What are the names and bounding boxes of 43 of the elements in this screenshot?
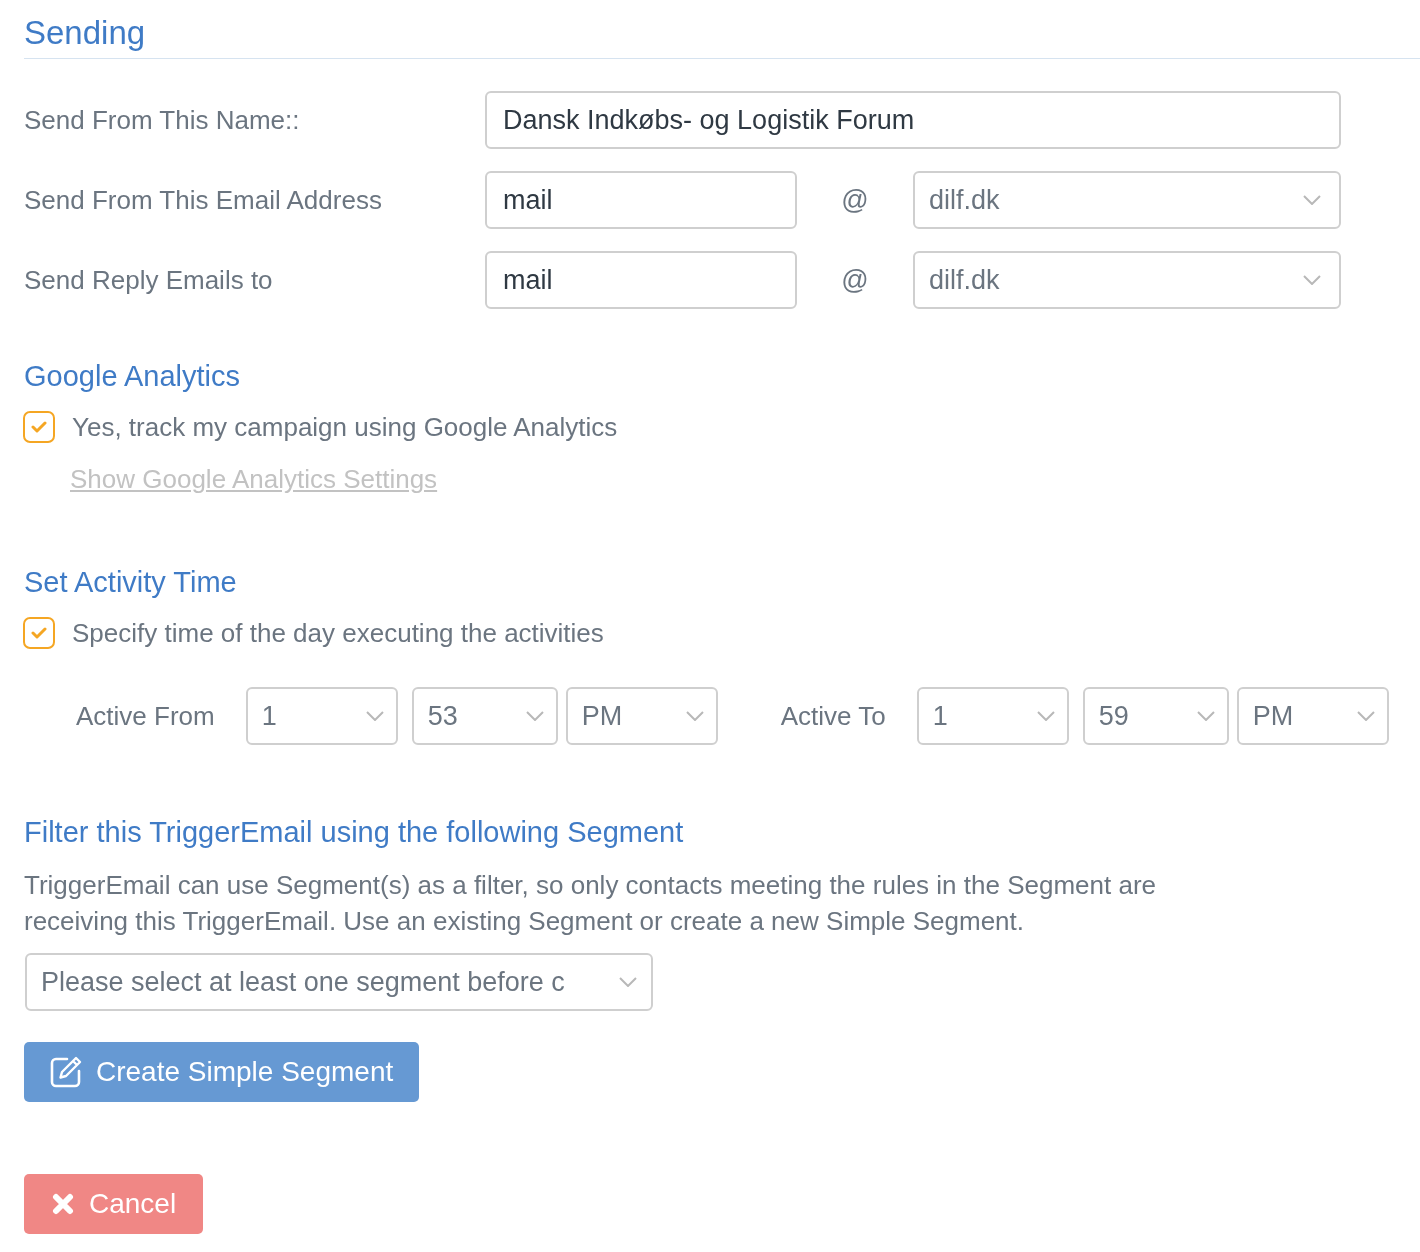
field-label: Send Reply Emails to [24,264,274,296]
checkbox-label[interactable]: Specify time of the day executing the activities [72,617,604,649]
chevron-down-icon [1036,711,1055,721]
field-label: Send From This Email Address [24,184,383,216]
time-label: Active To [780,700,886,732]
check-icon [31,627,47,639]
period-select[interactable]: PM [1236,687,1389,745]
hour-select[interactable]: 1 [916,687,1069,745]
minute-select[interactable]: 59 [1082,687,1229,745]
chevron-down-icon [1303,195,1321,205]
segment-select[interactable]: Please select at least one segment before c [25,953,653,1011]
chevron-down-icon [619,977,637,987]
section-heading: Set Activity Time [24,565,237,600]
name-input[interactable]: Dansk Indkøbs- og Logistik Forum [485,91,1341,149]
at-sign: @ [840,264,870,296]
hour-select[interactable]: 1 [245,687,398,745]
email-local-input[interactable]: mail [485,171,797,229]
at-sign: @ [840,184,870,216]
section-heading: Google Analytics [24,359,240,394]
chevron-down-icon [1303,275,1321,285]
description-text: TriggerEmail can use Segment(s) as a filter, so only contacts meeting the rules in the Segment are receiving this TriggerEmail. Use an existing Segment or create a new Simple Segment. [24,869,1158,938]
domain-select[interactable]: dilf.dk [913,171,1341,229]
minute-select[interactable]: 53 [411,687,558,745]
checkbox-label[interactable]: Yes, track my campaign using Google Analytics [72,411,618,443]
section-heading: Filter this TriggerEmail using the following Segment [24,815,684,850]
checkbox[interactable] [23,617,55,649]
checkbox[interactable] [23,411,55,443]
chevron-down-icon [1196,711,1215,721]
domain-select[interactable]: dilf.dk [913,251,1341,309]
section-heading: Sending [24,13,146,53]
time-label: Active From [76,700,215,732]
chevron-down-icon [1356,711,1375,721]
field-label: Send From This Name:: [24,104,301,136]
period-select[interactable]: PM [565,687,718,745]
create-segment-button[interactable]: Create Simple Segment [24,1042,420,1102]
chevron-down-icon [685,711,704,721]
chevron-down-icon [365,711,384,721]
close-icon [52,1193,74,1215]
edit-icon [50,1056,82,1088]
chevron-down-icon [525,711,544,721]
check-icon [31,421,47,433]
cancel-button[interactable]: Cancel [24,1174,204,1234]
email-local-input[interactable]: mail [485,251,797,309]
